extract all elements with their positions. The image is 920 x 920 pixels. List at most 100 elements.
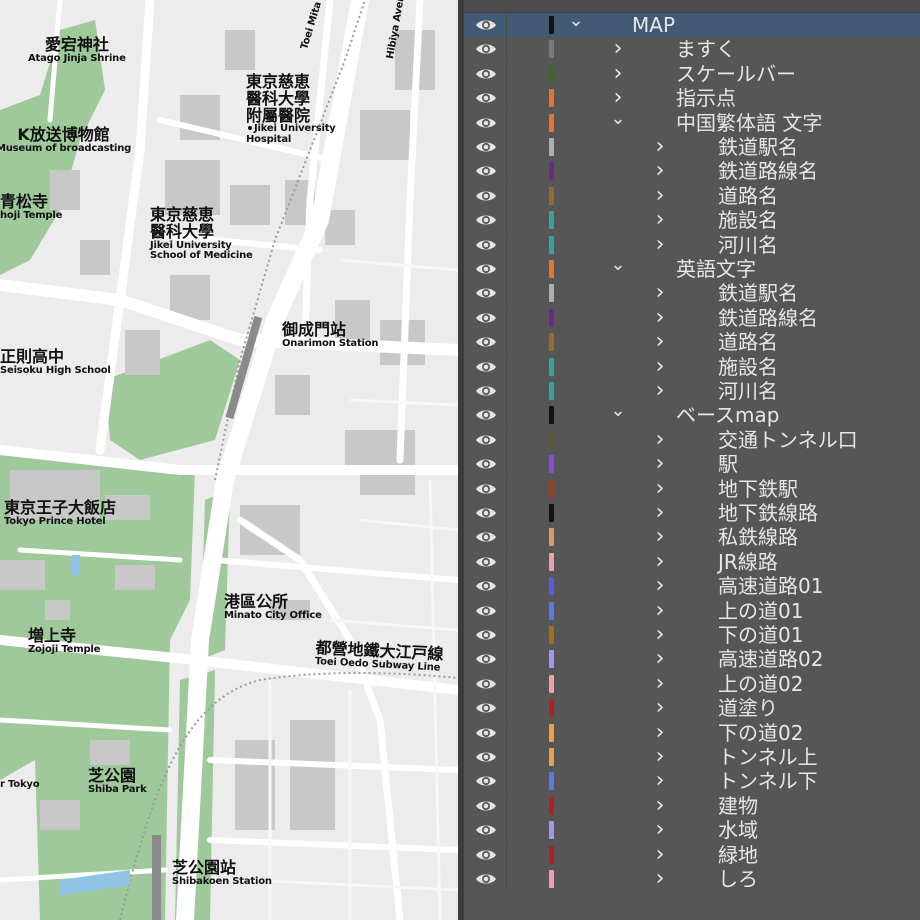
layer-name[interactable]: 駅	[718, 452, 738, 476]
visibility-eye-icon[interactable]	[474, 65, 498, 83]
layer-row[interactable]: › ますく	[464, 37, 920, 62]
visibility-eye-icon[interactable]	[474, 406, 498, 424]
layer-name[interactable]: 施設名	[718, 355, 778, 379]
layer-name[interactable]: 指示点	[676, 86, 736, 110]
chevron-right-icon[interactable]: ›	[652, 647, 668, 671]
jikei-hospital-label[interactable]: 東京慈恵 醫科大學 附屬醫院 Jikei University Hospital	[246, 73, 336, 145]
layer-row[interactable]: › 鉄道路線名	[464, 159, 920, 184]
layer-name[interactable]: 施設名	[718, 208, 778, 232]
layer-row[interactable]: ⌄ 中国繁体語 文字	[464, 109, 920, 135]
visibility-eye-icon[interactable]	[474, 138, 498, 156]
layer-name[interactable]: 高速道路01	[718, 574, 823, 598]
chevron-right-icon[interactable]: ›	[652, 574, 668, 598]
layer-name[interactable]: 鉄道駅名	[718, 281, 798, 305]
visibility-eye-icon[interactable]	[474, 382, 498, 400]
visibility-eye-icon[interactable]	[474, 16, 498, 34]
jikei-medicine-label[interactable]: 東京慈恵 醫科大學 Jikei University School of Med…	[150, 206, 253, 262]
layer-row[interactable]: › 水域	[464, 818, 920, 843]
layer-name[interactable]: 英語文字	[676, 257, 756, 281]
layer-name[interactable]: 水域	[718, 818, 758, 842]
visibility-eye-icon[interactable]	[474, 431, 498, 449]
visibility-eye-icon[interactable]	[474, 797, 498, 815]
layer-row[interactable]: › 河川名	[464, 232, 920, 257]
layer-name[interactable]: 高速道路02	[718, 647, 823, 671]
chevron-right-icon[interactable]: ›	[652, 427, 668, 452]
chevron-down-icon[interactable]: ⌄	[610, 109, 626, 135]
visibility-eye-icon[interactable]	[474, 626, 498, 644]
layer-row[interactable]: ⌄ MAP	[464, 12, 920, 37]
layer-name[interactable]: 河川名	[718, 233, 778, 257]
chevron-right-icon[interactable]: ›	[652, 745, 668, 769]
chevron-right-icon[interactable]: ›	[652, 183, 668, 208]
layer-name[interactable]: 鉄道路線名	[718, 159, 818, 183]
layer-row[interactable]: › 施設名	[464, 208, 920, 233]
chevron-right-icon[interactable]: ›	[652, 818, 668, 842]
visibility-eye-icon[interactable]	[474, 650, 498, 668]
visibility-eye-icon[interactable]	[474, 333, 498, 351]
chevron-right-icon[interactable]: ›	[652, 135, 668, 159]
shiba-park-label[interactable]: 芝公園 Shiba Park	[88, 767, 147, 795]
atago-shrine-label[interactable]: 愛宕神社 Atago Jinja Shrine	[28, 36, 126, 64]
chevron-right-icon[interactable]: ›	[652, 208, 668, 232]
visibility-eye-icon[interactable]	[474, 602, 498, 620]
layer-name[interactable]: 下の道01	[718, 623, 803, 647]
layer-row[interactable]: › 駅	[464, 452, 920, 477]
chevron-right-icon[interactable]: ›	[652, 452, 668, 476]
chevron-right-icon[interactable]: ›	[652, 354, 668, 379]
layer-name[interactable]: 私鉄線路	[718, 525, 798, 549]
layer-row[interactable]: › 指示点	[464, 86, 920, 111]
visibility-eye-icon[interactable]	[474, 821, 498, 839]
layer-row[interactable]: ⌄ 英語文字	[464, 256, 920, 281]
shibakoen-station-label[interactable]: 芝公園站 Shibakoen Station	[172, 859, 272, 887]
seisoku-label[interactable]: 正則高中 Seisoku High School	[0, 348, 111, 376]
layer-name[interactable]: ますく	[676, 37, 736, 61]
chevron-down-icon[interactable]: ⌄	[610, 256, 626, 281]
chevron-right-icon[interactable]: ›	[652, 305, 668, 330]
chevron-down-icon[interactable]: ⌄	[568, 12, 584, 37]
chevron-right-icon[interactable]: ›	[652, 330, 668, 354]
chevron-right-icon[interactable]: ›	[652, 379, 668, 403]
chevron-right-icon[interactable]: ›	[652, 842, 668, 867]
layer-name[interactable]: MAP	[632, 13, 675, 37]
layer-name[interactable]: JR線路	[718, 550, 778, 574]
layer-row[interactable]: › 下の道02	[464, 720, 920, 745]
layer-row[interactable]: › 高速道路01	[464, 574, 920, 599]
chevron-right-icon[interactable]: ›	[652, 281, 668, 305]
visibility-eye-icon[interactable]	[474, 528, 498, 546]
layer-row[interactable]: › 地下鉄線路	[464, 501, 920, 525]
visibility-eye-icon[interactable]	[474, 553, 498, 571]
chevron-right-icon[interactable]: ›	[652, 525, 668, 549]
visibility-eye-icon[interactable]	[474, 480, 498, 498]
layer-row[interactable]: › トンネル上	[464, 745, 920, 769]
layer-name[interactable]: 道塗り	[718, 696, 778, 720]
layer-row[interactable]: › 私鉄線路	[464, 525, 920, 550]
visibility-eye-icon[interactable]	[474, 211, 498, 229]
visibility-eye-icon[interactable]	[474, 772, 498, 790]
visibility-eye-icon[interactable]	[474, 187, 498, 205]
chevron-right-icon[interactable]: ›	[652, 793, 668, 818]
visibility-eye-icon[interactable]	[474, 284, 498, 302]
visibility-eye-icon[interactable]	[474, 40, 498, 58]
visibility-eye-icon[interactable]	[474, 748, 498, 766]
layer-row[interactable]: › 施設名	[464, 354, 920, 379]
minato-office-label[interactable]: 港區公所 Minato City Office	[224, 593, 322, 621]
visibility-eye-icon[interactable]	[474, 504, 498, 522]
layer-row[interactable]: ⌄ ベースmap	[464, 402, 920, 428]
layer-row[interactable]: › 鉄道路線名	[464, 305, 920, 330]
visibility-eye-icon[interactable]	[474, 260, 498, 278]
layer-row[interactable]: › 下の道01	[464, 623, 920, 647]
layer-name[interactable]: ベースmap	[676, 403, 779, 427]
layer-name[interactable]: しろ	[718, 867, 758, 891]
layer-name[interactable]: 鉄道路線名	[718, 306, 818, 330]
layer-row[interactable]: › 道路名	[464, 183, 920, 208]
layer-row[interactable]: › 道塗り	[464, 696, 920, 721]
visibility-eye-icon[interactable]	[474, 724, 498, 742]
map-canvas[interactable]: 愛宕神社 Atago Jinja Shrine K放送博物館 Museum of…	[0, 0, 458, 920]
layer-name[interactable]: 建物	[718, 794, 758, 818]
layer-name[interactable]: 上の道02	[718, 672, 803, 696]
layer-name[interactable]: 下の道02	[718, 721, 803, 745]
layer-row[interactable]: › 鉄道駅名	[464, 135, 920, 159]
visibility-eye-icon[interactable]	[474, 870, 498, 888]
layer-row[interactable]: › JR線路	[464, 549, 920, 574]
chevron-right-icon[interactable]: ›	[652, 549, 668, 574]
